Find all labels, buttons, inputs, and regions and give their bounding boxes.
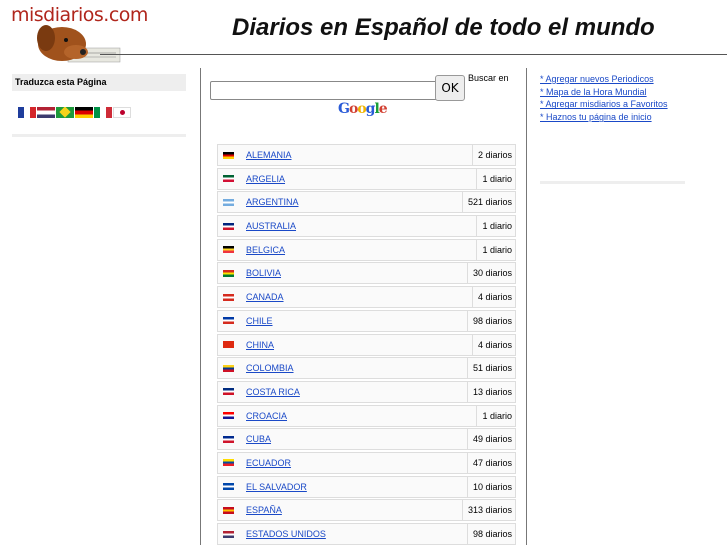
france-flag-icon[interactable] (18, 107, 36, 118)
japan-flag-icon[interactable] (113, 107, 131, 118)
translate-label: Traduzca esta Página (12, 74, 186, 91)
country-flag-icon (223, 412, 234, 420)
newspaper-count: 1 diario (476, 216, 515, 237)
country-link[interactable]: AUSTRALIA (246, 221, 476, 231)
translate-flags (12, 107, 186, 118)
country-flag-icon (223, 530, 234, 538)
google-letter: G (338, 101, 350, 117)
country-link[interactable]: BELGICA (246, 245, 476, 255)
country-flag-icon (223, 175, 234, 183)
newspaper-count: 2 diarios (471, 145, 515, 165)
table-row: ARGELIA 1 diario (217, 167, 516, 190)
country-flag-icon (223, 246, 234, 254)
country-flag-icon (223, 435, 234, 443)
sidebar-divider (12, 134, 186, 137)
country-link[interactable]: CROACIA (246, 411, 476, 421)
newspaper-count: 49 diarios (466, 429, 515, 450)
country-flag-icon (223, 506, 234, 514)
country-flag-icon (223, 483, 234, 491)
google-logo-icon[interactable]: Google (338, 101, 388, 117)
google-letter: e (378, 101, 388, 117)
table-row: BOLIVIA 30 diarios (217, 262, 516, 285)
right-link[interactable]: * Agregar nuevos Periodicos (540, 73, 668, 86)
country-flag-icon (223, 459, 234, 467)
country-flag-icon (223, 151, 234, 159)
brazil-flag-icon[interactable] (56, 107, 74, 118)
newspaper-count: 30 diarios (466, 263, 515, 284)
usa-flag-icon[interactable] (37, 107, 55, 118)
table-row: CROACIA 1 diario (217, 404, 516, 427)
newspaper-count: 47 diarios (466, 452, 515, 473)
site-logo[interactable]: misdiarios.com (8, 2, 148, 68)
left-sidebar: Traduzca esta Página (12, 74, 186, 137)
table-row: EL SALVADOR 10 diarios (217, 475, 516, 498)
country-link[interactable]: ARGELIA (246, 174, 476, 184)
country-link[interactable]: ALEMANIA (246, 150, 472, 160)
table-row: CHINA 4 diarios (217, 333, 516, 356)
country-flag-icon (223, 269, 234, 277)
country-flag-icon (223, 388, 234, 396)
newspaper-count: 10 diarios (466, 476, 515, 497)
table-row: AUSTRALIA 1 diario (217, 215, 516, 238)
search-input[interactable] (210, 81, 438, 100)
country-list: ALEMANIA 2 diarios ARGELIA 1 diario ARGENTIN… (217, 144, 516, 547)
right-link[interactable]: * Agregar misdiarios a Favoritos (540, 98, 668, 111)
header-divider (100, 54, 727, 55)
country-link[interactable]: EL SALVADOR (246, 482, 467, 492)
country-flag-icon (223, 198, 234, 206)
google-letter: o (357, 101, 366, 117)
table-row: CUBA 49 diarios (217, 428, 516, 451)
dog-newspaper-logo-icon (37, 25, 121, 63)
right-divider (540, 181, 685, 184)
table-row: BELGICA 1 diario (217, 238, 516, 261)
column-divider-right (526, 68, 527, 545)
country-link[interactable]: CHINA (246, 340, 472, 350)
right-links: * Agregar nuevos Periodicos * Mapa de la … (540, 73, 668, 124)
country-flag-icon (223, 293, 234, 301)
table-row: COLOMBIA 51 diarios (217, 357, 516, 380)
country-link[interactable]: ESTADOS UNIDOS (246, 529, 467, 539)
country-flag-icon (223, 222, 234, 230)
country-link[interactable]: CHILE (246, 316, 467, 326)
newspaper-count: 4 diarios (471, 287, 515, 308)
country-link[interactable]: ECUADOR (246, 458, 467, 468)
newspaper-count: 98 diarios (466, 310, 515, 331)
ok-button[interactable]: OK (435, 75, 465, 101)
newspaper-count: 1 diario (476, 168, 515, 189)
country-flag-icon (223, 364, 234, 372)
germany-flag-icon[interactable] (75, 107, 93, 118)
table-row: ARGENTINA 521 diarios (217, 191, 516, 214)
column-divider-left (200, 68, 201, 545)
country-link[interactable]: CANADA (246, 292, 472, 302)
country-link[interactable]: BOLIVIA (246, 268, 467, 278)
table-row: ALEMANIA 2 diarios (217, 144, 516, 166)
newspaper-count: 4 diarios (471, 334, 515, 355)
newspaper-count: 13 diarios (466, 381, 515, 402)
newspaper-count: 521 diarios (461, 192, 515, 213)
country-flag-icon (223, 317, 234, 325)
buscar-label: Buscar en (468, 73, 509, 83)
country-link[interactable]: CUBA (246, 434, 467, 444)
table-row: CANADA 4 diarios (217, 286, 516, 309)
table-row: ESPAÑA 313 diarios (217, 499, 516, 522)
country-flag-icon (223, 341, 234, 348)
page-title: Diarios en Español de todo el mundo (232, 14, 655, 41)
newspaper-count: 1 diario (476, 239, 515, 260)
italy-flag-icon[interactable] (94, 107, 112, 118)
newspaper-count: 313 diarios (461, 500, 515, 521)
newspaper-count: 51 diarios (466, 358, 515, 379)
table-row: COSTA RICA 13 diarios (217, 380, 516, 403)
newspaper-count: 1 diario (476, 405, 515, 426)
newspaper-count: 98 diarios (466, 524, 515, 544)
country-link[interactable]: COSTA RICA (246, 387, 467, 397)
right-link[interactable]: * Haznos tu página de inicio (540, 111, 668, 124)
right-link[interactable]: * Mapa de la Hora Mundial (540, 86, 668, 99)
country-link[interactable]: ARGENTINA (246, 197, 462, 207)
country-link[interactable]: ESPAÑA (246, 505, 462, 515)
table-row: ESTADOS UNIDOS 98 diarios (217, 523, 516, 545)
table-row: ECUADOR 47 diarios (217, 451, 516, 474)
table-row: CHILE 98 diarios (217, 309, 516, 332)
country-link[interactable]: COLOMBIA (246, 363, 467, 373)
